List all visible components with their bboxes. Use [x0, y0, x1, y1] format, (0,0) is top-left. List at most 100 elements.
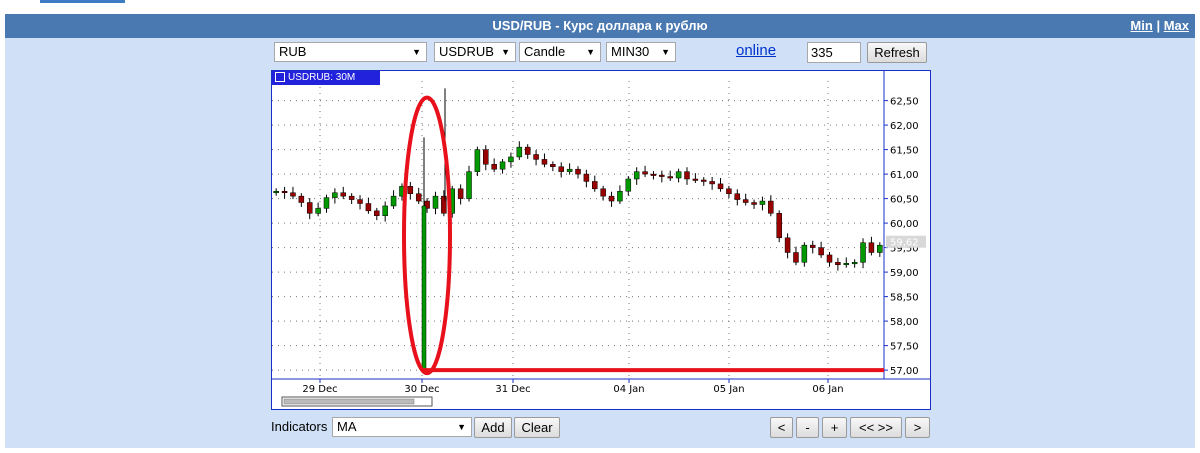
panel-title-bar: USD/RUB - Курс доллара к рублю Min | Max	[5, 14, 1195, 38]
y-tick-label: 57,00	[890, 366, 919, 377]
online-link[interactable]: online	[736, 42, 776, 59]
candle-body	[617, 191, 623, 202]
candle-body	[843, 263, 850, 266]
candle-body	[667, 176, 673, 179]
candle-body	[784, 237, 791, 253]
chevron-down-icon: ▼	[586, 47, 595, 57]
y-tick-label: 62,00	[890, 121, 919, 132]
candle-body	[600, 188, 606, 197]
y-tick-label: 61,00	[890, 170, 919, 181]
candle-body	[583, 173, 590, 182]
candle-body	[793, 252, 799, 263]
zoom-out-button[interactable]: -	[796, 417, 819, 438]
candle-body	[809, 244, 816, 248]
candle-body	[776, 213, 782, 239]
candle-body	[524, 146, 531, 155]
top-tab[interactable]	[40, 0, 125, 3]
candle-body	[390, 195, 397, 207]
candle-body	[633, 171, 640, 180]
nav-forward-button[interactable]: >	[905, 417, 930, 438]
candle-body	[684, 171, 690, 180]
window-icon	[275, 72, 285, 83]
candle-body	[868, 242, 875, 253]
candle-body	[692, 178, 699, 181]
candle-body	[340, 192, 347, 197]
chevron-down-icon: ▼	[457, 422, 466, 432]
x-tick-label: 31 Dec	[495, 384, 530, 395]
indicator-select[interactable]: MA ▼	[332, 417, 472, 437]
candle-body	[650, 173, 657, 176]
max-link[interactable]: Max	[1164, 18, 1189, 33]
candle-body	[499, 161, 506, 170]
candle-body	[491, 164, 497, 170]
candle-body	[315, 208, 321, 214]
candle-body	[759, 200, 766, 205]
currency-select[interactable]: RUB ▼	[274, 42, 427, 62]
spike-candle-body	[421, 205, 427, 371]
interval-select[interactable]: MIN30 ▼	[606, 42, 676, 62]
candlestick-chart: 62,5062,0061,5061,0060,5060,0059,5059,00…	[272, 71, 930, 407]
y-tick-label: 59,00	[890, 268, 919, 279]
chart-type-select[interactable]: Candle ▼	[519, 42, 601, 62]
candle-body	[290, 192, 296, 197]
indicators-label: Indicators	[271, 419, 328, 434]
chart-tab: USDRUB: 30M	[272, 71, 380, 85]
candle-body	[533, 154, 539, 160]
interval-select-value: MIN30	[611, 44, 650, 59]
pair-select[interactable]: USDRUB ▼	[434, 42, 516, 62]
candle-body	[415, 193, 422, 202]
chart-panel: USD/RUB - Курс доллара к рублю Min | Max…	[5, 14, 1195, 448]
chart-tab-label: USDRUB: 30M	[288, 72, 356, 83]
candle-body	[701, 179, 707, 182]
candle-body	[516, 146, 523, 158]
candle-body	[734, 193, 741, 200]
candle-body	[768, 200, 774, 214]
candle-body	[273, 191, 279, 193]
candle-body	[298, 195, 305, 203]
candle-body	[608, 195, 615, 202]
candle-body	[826, 254, 833, 263]
add-indicator-button[interactable]: Add	[474, 417, 512, 438]
pair-select-value: USDRUB	[439, 44, 494, 59]
candle-body	[457, 188, 464, 199]
top-strip	[0, 0, 1200, 8]
candle-body	[558, 166, 564, 172]
annotation-ellipse	[402, 95, 452, 376]
candle-body	[742, 199, 749, 203]
candle-body	[407, 186, 414, 194]
candle-body	[474, 149, 481, 172]
candle-body	[659, 174, 665, 177]
candle-body	[508, 156, 514, 163]
candle-body	[709, 181, 715, 185]
candle-body	[348, 195, 355, 200]
candle-body	[575, 168, 581, 175]
x-tick-label: 04 Jan	[613, 384, 644, 395]
scrollbar-thumb	[283, 398, 415, 405]
y-tick-label: 57,50	[890, 342, 919, 353]
y-tick-label: 61,50	[890, 146, 919, 157]
fit-all-button[interactable]: << >>	[850, 417, 902, 438]
chart-frame[interactable]: USDRUB: 30M 62,50 62,00 61,50 61,00 60,50 60,…	[271, 70, 931, 410]
nav-back-button[interactable]: <	[770, 417, 793, 438]
candle-body	[801, 244, 808, 263]
clear-indicators-button[interactable]: Clear	[514, 417, 560, 438]
candle-body	[625, 178, 632, 192]
y-tick-label: 58,00	[890, 317, 919, 328]
candle-body	[374, 210, 380, 217]
candle-body	[751, 202, 757, 205]
y-tick-label: 62,50	[890, 97, 919, 108]
zoom-in-button[interactable]: +	[822, 417, 847, 438]
candle-body	[382, 205, 388, 216]
candle-body	[357, 199, 363, 204]
refresh-button[interactable]: Refresh	[867, 42, 927, 63]
chevron-down-icon: ▼	[501, 47, 510, 57]
candle-body	[323, 197, 330, 209]
count-input[interactable]: 335	[807, 42, 861, 63]
minmax-links: Min | Max	[1130, 14, 1189, 38]
y-tick-label: 58,50	[890, 293, 919, 304]
candle-body	[675, 171, 682, 179]
candle-body	[466, 171, 472, 199]
candle-body	[332, 192, 338, 198]
min-link[interactable]: Min	[1130, 18, 1152, 33]
candle-body	[541, 159, 548, 165]
